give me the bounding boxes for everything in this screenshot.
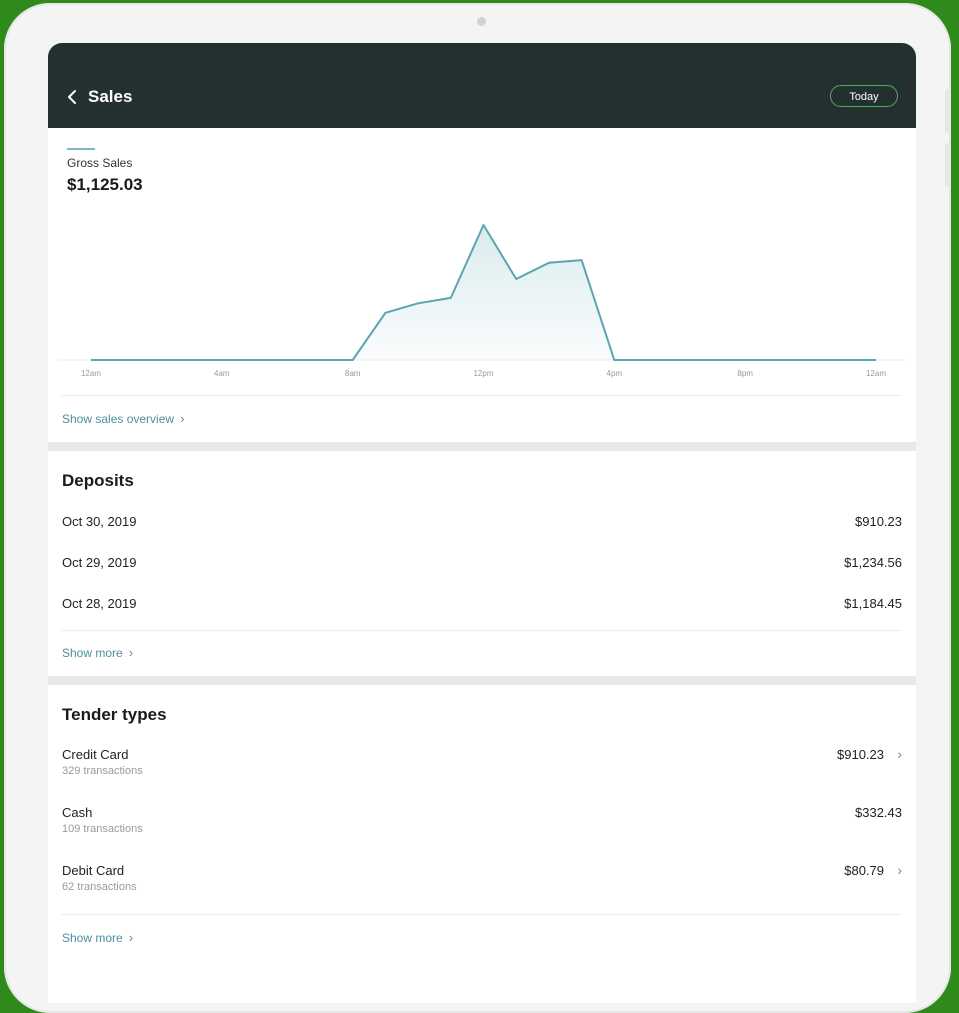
- show-sales-overview-link[interactable]: Show sales overview ›: [62, 411, 184, 426]
- tender-name: Debit Card: [62, 863, 125, 878]
- deposit-amount: $1,234.56: [844, 555, 902, 570]
- deposit-amount: $1,184.45: [844, 596, 902, 611]
- volume-button: [945, 89, 951, 133]
- divider: [61, 395, 902, 396]
- x-tick-label: 4pm: [607, 369, 623, 378]
- tenders-show-more-label: Show more: [62, 931, 123, 945]
- chevron-left-icon[interactable]: [66, 89, 78, 105]
- deposits-title: Deposits: [62, 471, 134, 490]
- x-tick-label: 12pm: [473, 369, 493, 378]
- section-separator: [48, 442, 916, 451]
- app-screen: Sales Today Gross Sales $1,125.03 12am 4a…: [48, 43, 916, 1003]
- top-bar: Sales Today: [48, 43, 916, 128]
- chevron-right-icon: ›: [180, 411, 185, 426]
- x-tick-label: 8am: [345, 369, 361, 378]
- tender-amount: $80.79: [844, 863, 884, 878]
- tender-amount: $332.43: [855, 805, 902, 820]
- chevron-right-icon[interactable]: ›: [897, 746, 902, 762]
- deposits-show-more-label: Show more: [62, 646, 123, 660]
- deposit-date: Oct 29, 2019: [62, 555, 137, 570]
- tender-amount: $910.23: [837, 747, 884, 762]
- x-tick-label: 4am: [214, 369, 230, 378]
- volume-button-2: [945, 143, 951, 187]
- sales-area: [91, 225, 876, 360]
- section-separator: [48, 676, 916, 685]
- camera-dot: [477, 17, 486, 26]
- deposit-amount: $910.23: [855, 514, 902, 529]
- tender-count: 109 transactions: [62, 823, 143, 835]
- x-axis-ticks: 12am 4am 8am 12pm 4pm 8pm 12am: [81, 369, 886, 378]
- tender-count: 62 transactions: [62, 881, 137, 893]
- gross-sales-label: Gross Sales: [67, 156, 133, 170]
- today-button[interactable]: Today: [830, 85, 898, 107]
- chevron-right-icon: ›: [128, 930, 134, 945]
- x-tick-label: 12am: [866, 369, 886, 378]
- tender-name: Credit Card: [62, 747, 129, 762]
- chevron-right-icon: ›: [128, 645, 134, 660]
- series-legend-line: [67, 148, 95, 150]
- deposit-date: Oct 28, 2019: [62, 596, 137, 611]
- gross-sales-value: $1,125.03: [67, 175, 143, 194]
- divider: [61, 914, 902, 915]
- deposits-show-more-link[interactable]: Show more ›: [62, 645, 133, 660]
- x-tick-label: 12am: [81, 369, 101, 378]
- deposit-date: Oct 30, 2019: [62, 514, 137, 529]
- tender-types-title: Tender types: [62, 705, 167, 724]
- chevron-right-icon[interactable]: ›: [897, 862, 902, 878]
- page-title: Sales: [88, 87, 133, 106]
- sales-chart: 12am 4am 8am 12pm 4pm 8pm 12am: [58, 224, 906, 378]
- show-sales-overview-label: Show sales overview: [62, 412, 175, 426]
- divider: [61, 630, 902, 631]
- tender-count: 329 transactions: [62, 765, 143, 777]
- tablet-frame: Sales Today Gross Sales $1,125.03 12am 4a…: [4, 3, 951, 1013]
- tender-name: Cash: [62, 805, 93, 820]
- tenders-show-more-link[interactable]: Show more ›: [62, 930, 133, 945]
- x-tick-label: 8pm: [737, 369, 753, 378]
